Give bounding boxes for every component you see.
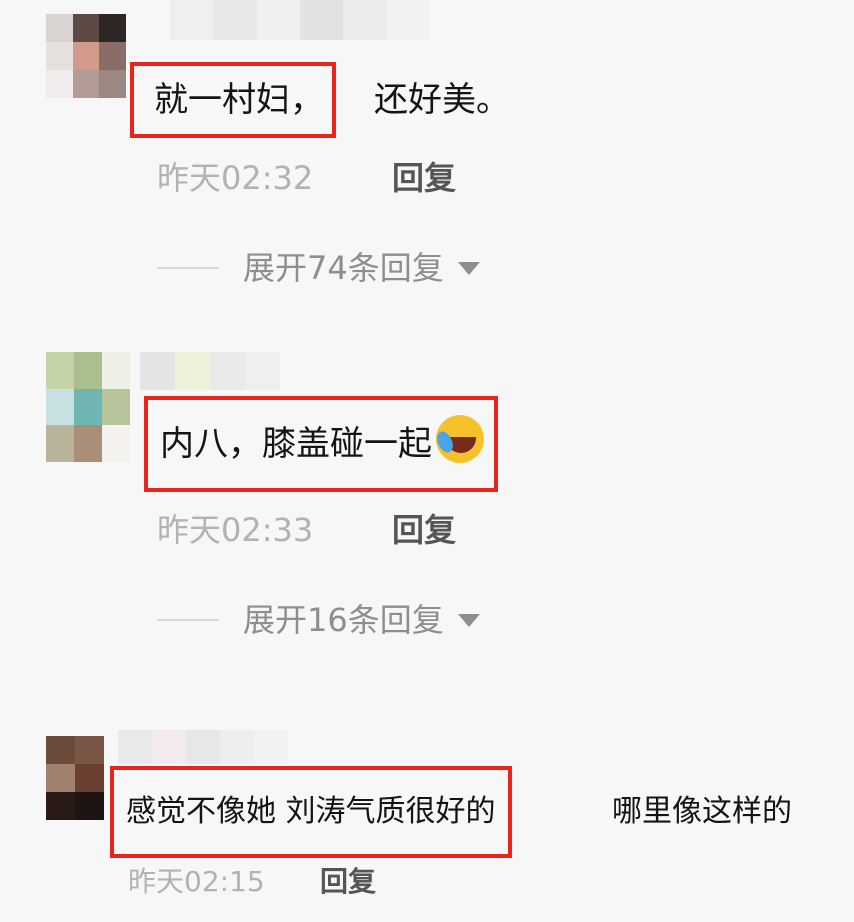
blurred-username (140, 352, 280, 390)
divider-line (157, 619, 219, 621)
comment-text: 还好美。 (374, 80, 510, 120)
chevron-down-icon (457, 613, 480, 627)
blurred-username (170, 0, 430, 40)
rolling-on-floor-laughing-emoji-icon (436, 415, 484, 463)
avatar[interactable] (46, 352, 130, 462)
avatar[interactable] (46, 736, 104, 820)
reply-button[interactable]: 回复 (320, 862, 376, 902)
expand-replies-button[interactable]: 展开16条回复 (157, 598, 480, 642)
expand-replies-label: 展开74条回复 (243, 249, 444, 287)
avatar[interactable] (46, 14, 126, 98)
comment-text: 哪里像这样的 (612, 794, 792, 829)
expand-replies-label: 展开16条回复 (243, 601, 444, 639)
reply-button[interactable]: 回复 (392, 508, 456, 552)
comment-text-highlighted: 感觉不像她 刘涛气质很好的 (110, 766, 512, 858)
divider-line (157, 267, 219, 269)
blurred-username (118, 730, 288, 764)
comment-timestamp: 昨天02:32 (157, 159, 314, 197)
comment-timestamp: 昨天02:15 (128, 865, 265, 898)
highlighted-text: 内八，膝盖碰一起 (160, 424, 432, 464)
highlighted-text: 感觉不像她 刘涛气质很好的 (126, 794, 496, 829)
reply-button[interactable]: 回复 (392, 156, 456, 200)
highlighted-text: 就一村妇， (154, 80, 324, 120)
chevron-down-icon (457, 261, 480, 275)
comment-timestamp: 昨天02:33 (157, 511, 314, 549)
comment-text-highlighted: 就一村妇， (130, 62, 336, 138)
expand-replies-button[interactable]: 展开74条回复 (157, 246, 480, 290)
comment-text-highlighted: 内八，膝盖碰一起 (144, 396, 498, 492)
